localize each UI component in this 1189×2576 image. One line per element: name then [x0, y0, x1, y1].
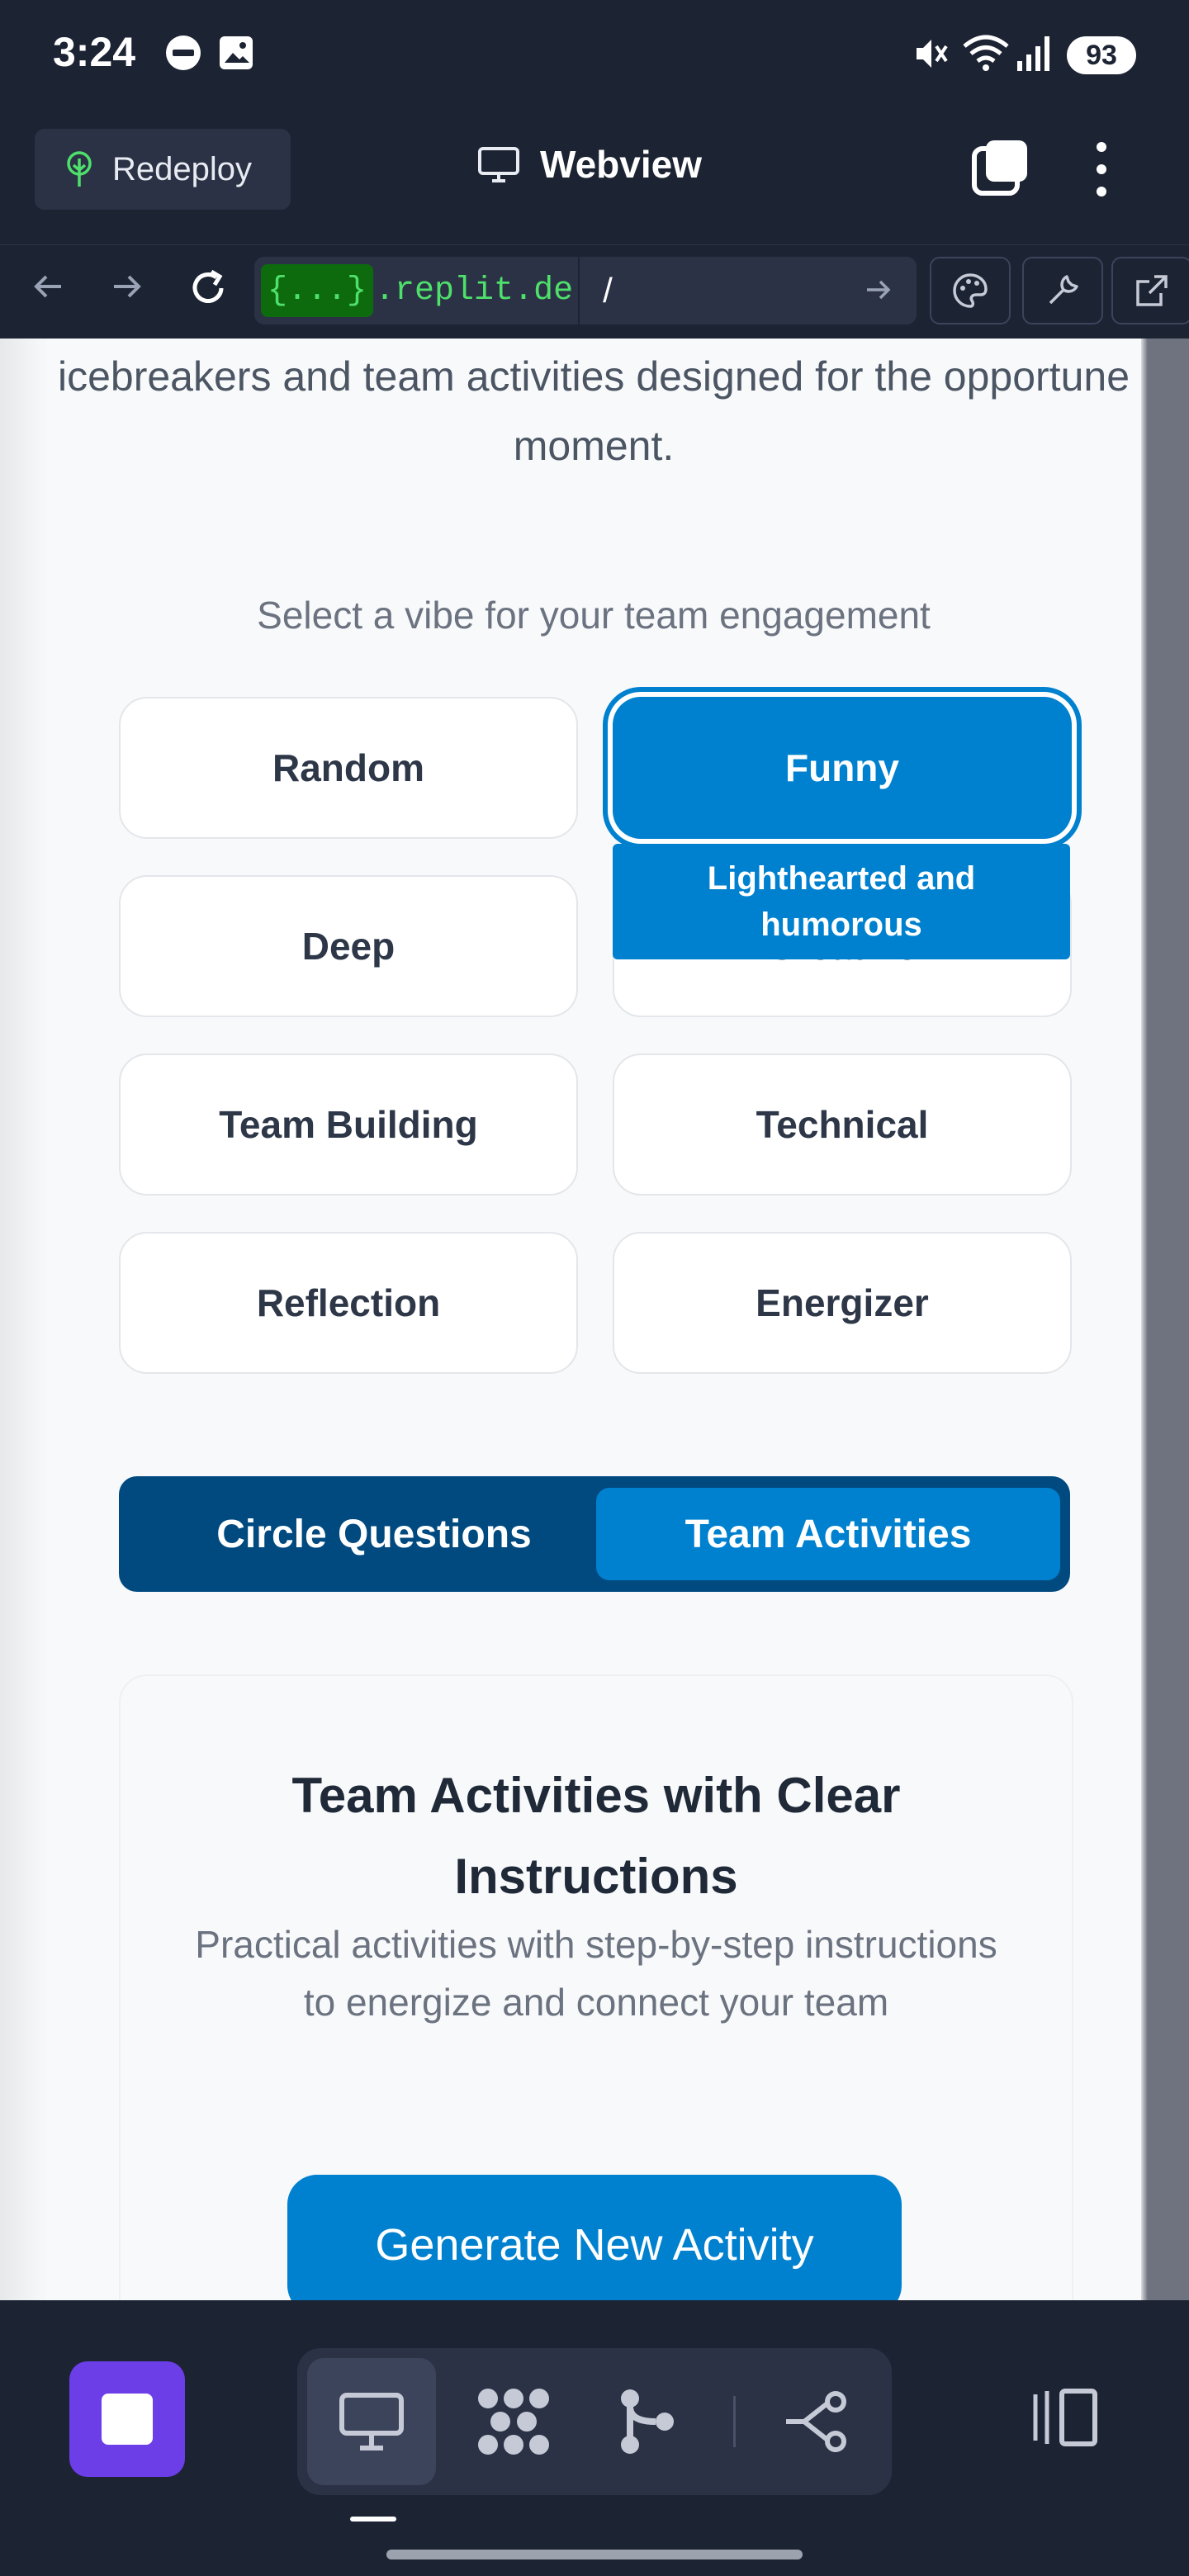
vibe-energizer-button[interactable]: Energizer	[613, 1232, 1072, 1374]
monitor-icon	[339, 2393, 404, 2451]
vibe-funny-button[interactable]: Funny	[613, 697, 1072, 839]
branch-icon	[621, 2389, 674, 2454]
theme-button[interactable]	[930, 257, 1011, 324]
vibe-team-building-button[interactable]: Team Building	[119, 1054, 578, 1196]
tab-divider	[733, 2396, 736, 2447]
bottom-toolbar	[0, 2300, 1189, 2576]
activity-card-title: Team Activities with Clear Instructions	[291, 1768, 901, 1904]
external-link-icon	[1136, 275, 1168, 306]
url-toolbar: {...} .replit.de /	[0, 244, 1189, 338]
vibe-tooltip: Lighthearted and humorous	[613, 844, 1070, 959]
activity-card-description: Practical activities with step-by-step i…	[195, 1923, 997, 2024]
url-separator	[578, 257, 580, 324]
stop-button[interactable]	[69, 2361, 185, 2477]
vibe-reflection-button[interactable]: Reflection	[119, 1232, 578, 1374]
top-bar: Redeploy Webview	[0, 112, 1189, 244]
generate-activity-button[interactable]: Generate New Activity	[287, 2175, 902, 2300]
deploy-tree-icon	[67, 151, 92, 187]
nodes-icon	[478, 2389, 549, 2455]
url-host: .replit.de	[375, 272, 574, 310]
monitor-icon	[478, 147, 519, 182]
devtools-button[interactable]	[1022, 257, 1103, 324]
go-arrow-icon[interactable]	[862, 273, 895, 306]
url-path: /	[603, 271, 613, 310]
forward-arrow-icon[interactable]	[107, 267, 147, 306]
url-host-chip: {...}	[261, 264, 374, 317]
active-tab-indicator	[350, 2517, 396, 2522]
tab-git[interactable]	[583, 2358, 712, 2485]
open-external-button[interactable]	[1111, 257, 1189, 324]
intro-text-visible: icebreakers and team activities designed…	[58, 353, 1130, 469]
reload-icon[interactable]	[187, 267, 230, 310]
vibe-tooltip-text: Lighthearted and humorous	[707, 860, 976, 943]
tool-tabs	[297, 2348, 892, 2495]
status-bar: 3:24 93	[0, 0, 1189, 112]
signal-icon	[1017, 36, 1049, 71]
url-input[interactable]: {...} .replit.de /	[254, 257, 917, 324]
tab-circle-questions[interactable]: Circle Questions	[130, 1488, 618, 1580]
share-icon	[786, 2391, 846, 2452]
panel-layout-icon[interactable]	[1027, 2386, 1100, 2449]
webview-title-text: Webview	[540, 143, 702, 186]
vibe-random-button[interactable]: Random	[119, 697, 578, 839]
wrench-icon	[1049, 275, 1078, 305]
tabs-icon[interactable]	[969, 137, 1032, 200]
tab-team-activities[interactable]: Team Activities	[596, 1488, 1060, 1580]
vibe-prompt: Select a vibe for your team engagement	[257, 594, 931, 637]
more-options-icon[interactable]	[1087, 140, 1116, 198]
vibe-deep-button[interactable]: Deep	[119, 875, 578, 1017]
palette-icon	[953, 273, 988, 308]
wifi-icon	[963, 35, 1009, 71]
tab-workflows[interactable]	[449, 2358, 578, 2485]
redeploy-button[interactable]: Redeploy	[35, 129, 291, 210]
tab-webview[interactable]	[307, 2358, 436, 2485]
battery-indicator: 93	[1067, 36, 1136, 74]
intro-text: stronger connections with AI-generated i…	[46, 339, 1141, 481]
home-gesture-bar[interactable]	[386, 2550, 803, 2559]
webview-title: Webview	[477, 142, 702, 187]
vibe-technical-button[interactable]: Technical	[613, 1054, 1072, 1196]
redeploy-label: Redeploy	[112, 150, 253, 187]
mode-toggle: Circle Questions Team Activities	[119, 1476, 1070, 1592]
tab-share[interactable]	[753, 2358, 882, 2485]
mute-icon	[917, 40, 948, 68]
back-arrow-icon[interactable]	[28, 267, 68, 306]
webview-viewport[interactable]: stronger connections with AI-generated i…	[0, 339, 1189, 2300]
image-icon	[220, 36, 253, 69]
wear-os-icon	[166, 36, 201, 70]
clock: 3:24	[53, 29, 136, 75]
stop-icon	[102, 2394, 153, 2445]
